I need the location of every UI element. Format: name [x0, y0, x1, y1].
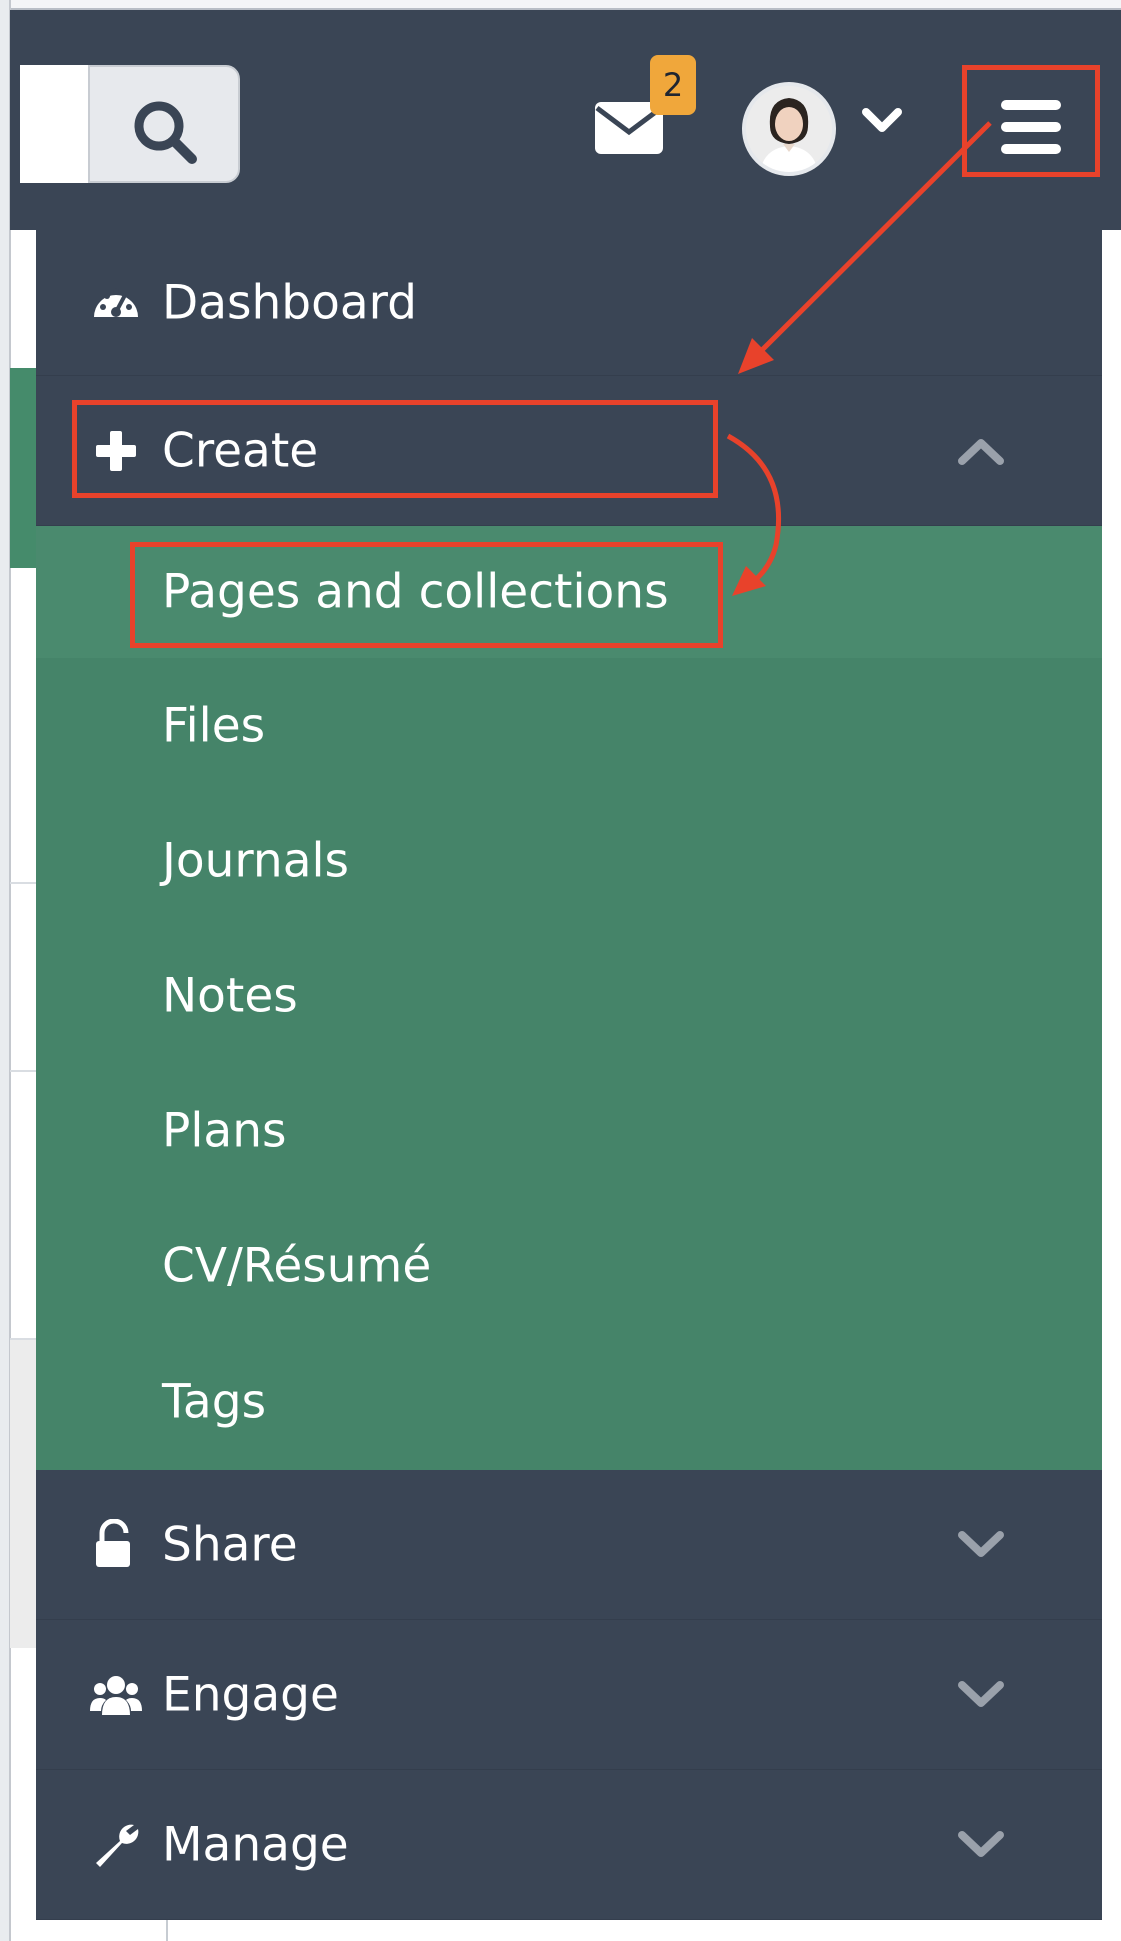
annotation-arrows	[726, 121, 992, 596]
